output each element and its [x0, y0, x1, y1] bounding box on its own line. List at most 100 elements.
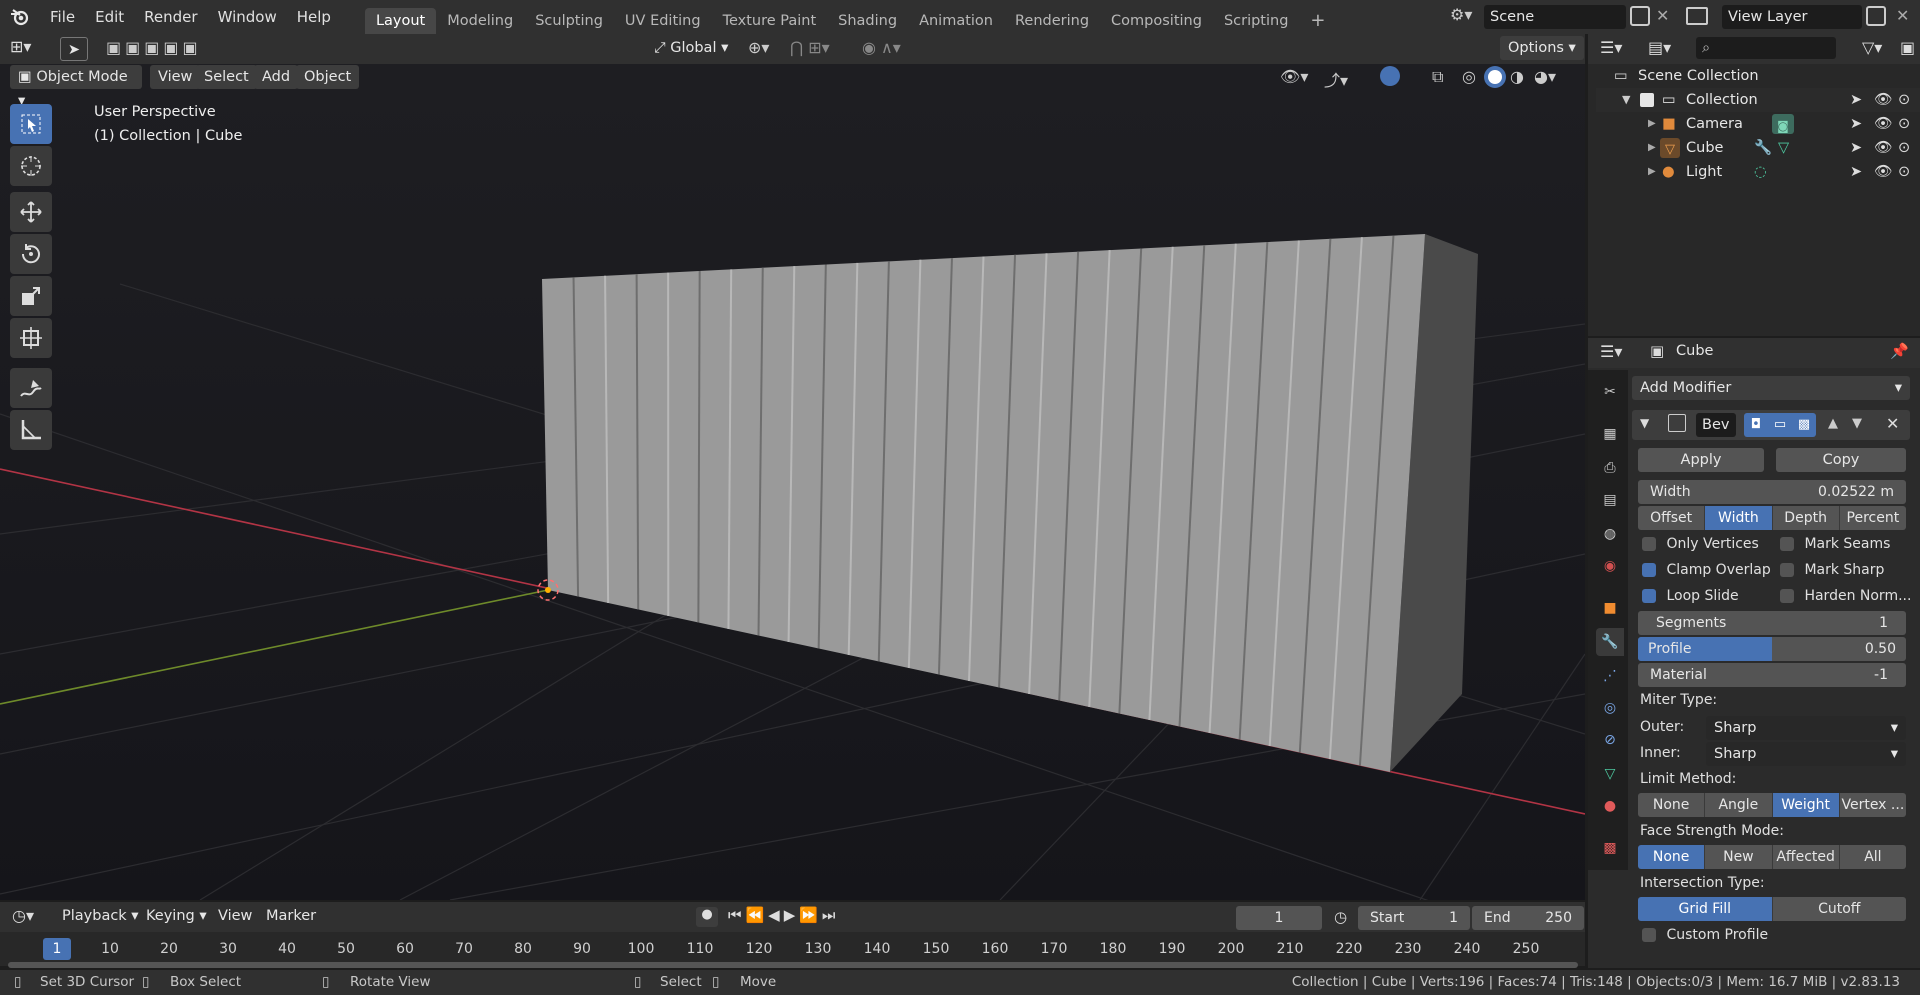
object-mode-dropdown[interactable]: ▣ Object Mode ▾	[10, 65, 142, 109]
playback-controls-icons[interactable]: ⏮⏪◀▶⏩⏭	[728, 906, 839, 924]
properties-editor-type-icon[interactable]: ☰▾	[1600, 342, 1622, 361]
profile-slider[interactable]: Profile 0.50	[1638, 637, 1906, 661]
custom-profile-checkbox[interactable]	[1642, 928, 1656, 942]
custom-profile-option[interactable]: Custom Profile	[1642, 927, 1768, 943]
tool-rotate-icon[interactable]	[10, 234, 52, 274]
outliner-collection[interactable]: ▼ ▭ Collection ➤ 👁 ⊙	[1596, 88, 1920, 112]
intersection-grid-fill[interactable]: Grid Fill	[1638, 897, 1773, 921]
header-menu-view[interactable]: View	[150, 65, 201, 89]
limit-none[interactable]: None	[1638, 793, 1706, 817]
tab-texture-paint[interactable]: Texture Paint	[712, 8, 828, 34]
tab-view-layer-icon[interactable]: ▤	[1596, 486, 1624, 514]
outliner-item-camera[interactable]: ▶ ■ Camera ◙ ➤ 👁 ⊙	[1596, 112, 1920, 136]
menu-file[interactable]: File	[40, 0, 85, 34]
xray-icon[interactable]: ⧉	[1432, 67, 1443, 87]
view-layer-field[interactable]: View Layer	[1722, 5, 1862, 29]
eye-icon[interactable]: 👁	[1874, 136, 1892, 160]
segments-field[interactable]: Segments 1	[1638, 611, 1906, 635]
menu-render[interactable]: Render	[134, 0, 207, 34]
harden-normals-option[interactable]: Harden Norm...	[1780, 588, 1911, 604]
tool-scale-icon[interactable]	[10, 276, 52, 316]
shading-rendered-icon[interactable]: ◕▾	[1534, 67, 1556, 86]
tab-particles-icon[interactable]: ⋰	[1596, 662, 1624, 690]
gizmo-icon[interactable]: ⤴▾	[1324, 67, 1348, 91]
outliner-item-light[interactable]: ▶ ● Light ◌ ➤ 👁 ⊙	[1596, 160, 1920, 184]
scene-name-field[interactable]: Scene	[1484, 5, 1626, 29]
harden-normals-checkbox[interactable]	[1780, 589, 1794, 603]
selectable-icon[interactable]: ➤	[1850, 160, 1862, 184]
modifier-name-field[interactable]: Bev	[1696, 413, 1736, 437]
new-view-layer-icon[interactable]	[1866, 6, 1886, 26]
timeline-editor-type-icon[interactable]: ◷▾	[12, 906, 34, 925]
tab-scene-icon[interactable]: ◍	[1596, 520, 1624, 548]
tool-annotate-icon[interactable]	[10, 368, 52, 408]
camera-render-icon[interactable]: ⊙	[1898, 112, 1910, 136]
tab-compositing[interactable]: Compositing	[1100, 8, 1213, 34]
pivot-icon[interactable]: ⊕▾	[748, 38, 769, 57]
camera-render-icon[interactable]: ⊙	[1898, 136, 1910, 160]
tab-physics-icon[interactable]: ◎	[1596, 694, 1624, 722]
tab-scripting[interactable]: Scripting	[1213, 8, 1299, 34]
shading-wireframe-icon[interactable]: ◎	[1462, 67, 1476, 86]
selectable-icon[interactable]: ➤	[1850, 136, 1862, 160]
new-collection-icon[interactable]: ▣	[1900, 38, 1915, 57]
selection-mode-icons[interactable]: ▣▣▣▣▣	[106, 38, 202, 57]
width-type-percent[interactable]: Percent	[1839, 506, 1906, 530]
selectable-icon[interactable]: ➤	[1850, 112, 1862, 136]
delete-scene-icon[interactable]: ✕	[1656, 6, 1669, 25]
mark-seams-option[interactable]: Mark Seams	[1780, 536, 1890, 552]
tab-uv-editing[interactable]: UV Editing	[614, 8, 712, 34]
width-field[interactable]: Width 0.02522 m	[1638, 480, 1906, 504]
blender-logo-icon[interactable]	[0, 8, 40, 26]
pin-icon[interactable]: 📌	[1890, 342, 1909, 360]
end-frame-field[interactable]: End 250	[1472, 906, 1584, 930]
tab-constraints-icon[interactable]: ⊘	[1596, 726, 1624, 754]
wrench-modifier-icon[interactable]: 🔧	[1754, 136, 1772, 160]
only-vertices-checkbox[interactable]	[1642, 537, 1656, 551]
menu-edit[interactable]: Edit	[85, 0, 134, 34]
outliner-scene-collection[interactable]: ▭ Scene Collection	[1596, 64, 1920, 88]
collection-checkbox[interactable]	[1640, 93, 1654, 107]
tab-animation[interactable]: Animation	[908, 8, 1004, 34]
header-menu-add[interactable]: Add	[254, 65, 299, 89]
edit-mode-toggle-icon[interactable]: ◘	[1744, 413, 1768, 437]
intersection-cutoff[interactable]: Cutoff	[1772, 897, 1906, 921]
eye-icon[interactable]: 👁	[1874, 160, 1892, 184]
modifier-collapse-icon[interactable]: ▼	[1640, 416, 1649, 430]
tab-data-icon[interactable]: ▽	[1596, 760, 1624, 788]
move-down-icon[interactable]: ▼	[1852, 416, 1862, 431]
tool-move-icon[interactable]	[10, 192, 52, 232]
menu-window[interactable]: Window	[208, 0, 287, 34]
loop-slide-option[interactable]: Loop Slide	[1642, 588, 1739, 604]
overlays-icon[interactable]	[1380, 66, 1400, 86]
clamp-overlap-checkbox[interactable]	[1642, 563, 1656, 577]
tab-output-icon[interactable]: ⎙	[1596, 454, 1624, 482]
limit-weight[interactable]: Weight	[1772, 793, 1840, 817]
shading-material-icon[interactable]: ◑	[1510, 67, 1524, 86]
tab-modeling[interactable]: Modeling	[436, 8, 524, 34]
tab-layout[interactable]: Layout	[364, 8, 437, 34]
move-up-icon[interactable]: ▲	[1828, 416, 1838, 431]
scene-selector-icon[interactable]: ⚙▾	[1450, 5, 1472, 24]
material-field[interactable]: Material -1	[1638, 663, 1906, 687]
loop-slide-checkbox[interactable]	[1642, 589, 1656, 603]
filter-icon[interactable]: ▽▾	[1862, 38, 1882, 57]
orientation-dropdown[interactable]: ⤢ Global ▾	[646, 36, 738, 60]
outer-dropdown[interactable]: Sharp ▾	[1706, 716, 1906, 740]
camera-data-icon[interactable]: ◙	[1772, 114, 1794, 134]
tool-measure-icon[interactable]	[10, 410, 52, 450]
camera-render-icon[interactable]: ⊙	[1898, 88, 1910, 112]
add-workspace-icon[interactable]: +	[1299, 8, 1336, 34]
timeline-menu-keying[interactable]: Keying ▾	[146, 908, 207, 924]
current-frame-marker[interactable]: 1	[43, 938, 71, 960]
header-menu-select[interactable]: Select	[196, 65, 257, 89]
tab-object-icon[interactable]: ■	[1596, 594, 1624, 622]
tab-sculpting[interactable]: Sculpting	[524, 8, 614, 34]
delete-view-layer-icon[interactable]: ✕	[1896, 6, 1909, 25]
options-dropdown[interactable]: Options ▾	[1500, 36, 1584, 60]
menu-help[interactable]: Help	[287, 0, 341, 34]
outliner-editor-type-icon[interactable]: ☰▾	[1600, 38, 1622, 57]
width-type-offset[interactable]: Offset	[1638, 506, 1706, 530]
mesh-data-icon[interactable]: ▽	[1778, 136, 1789, 160]
inner-dropdown[interactable]: Sharp ▾	[1706, 742, 1906, 766]
